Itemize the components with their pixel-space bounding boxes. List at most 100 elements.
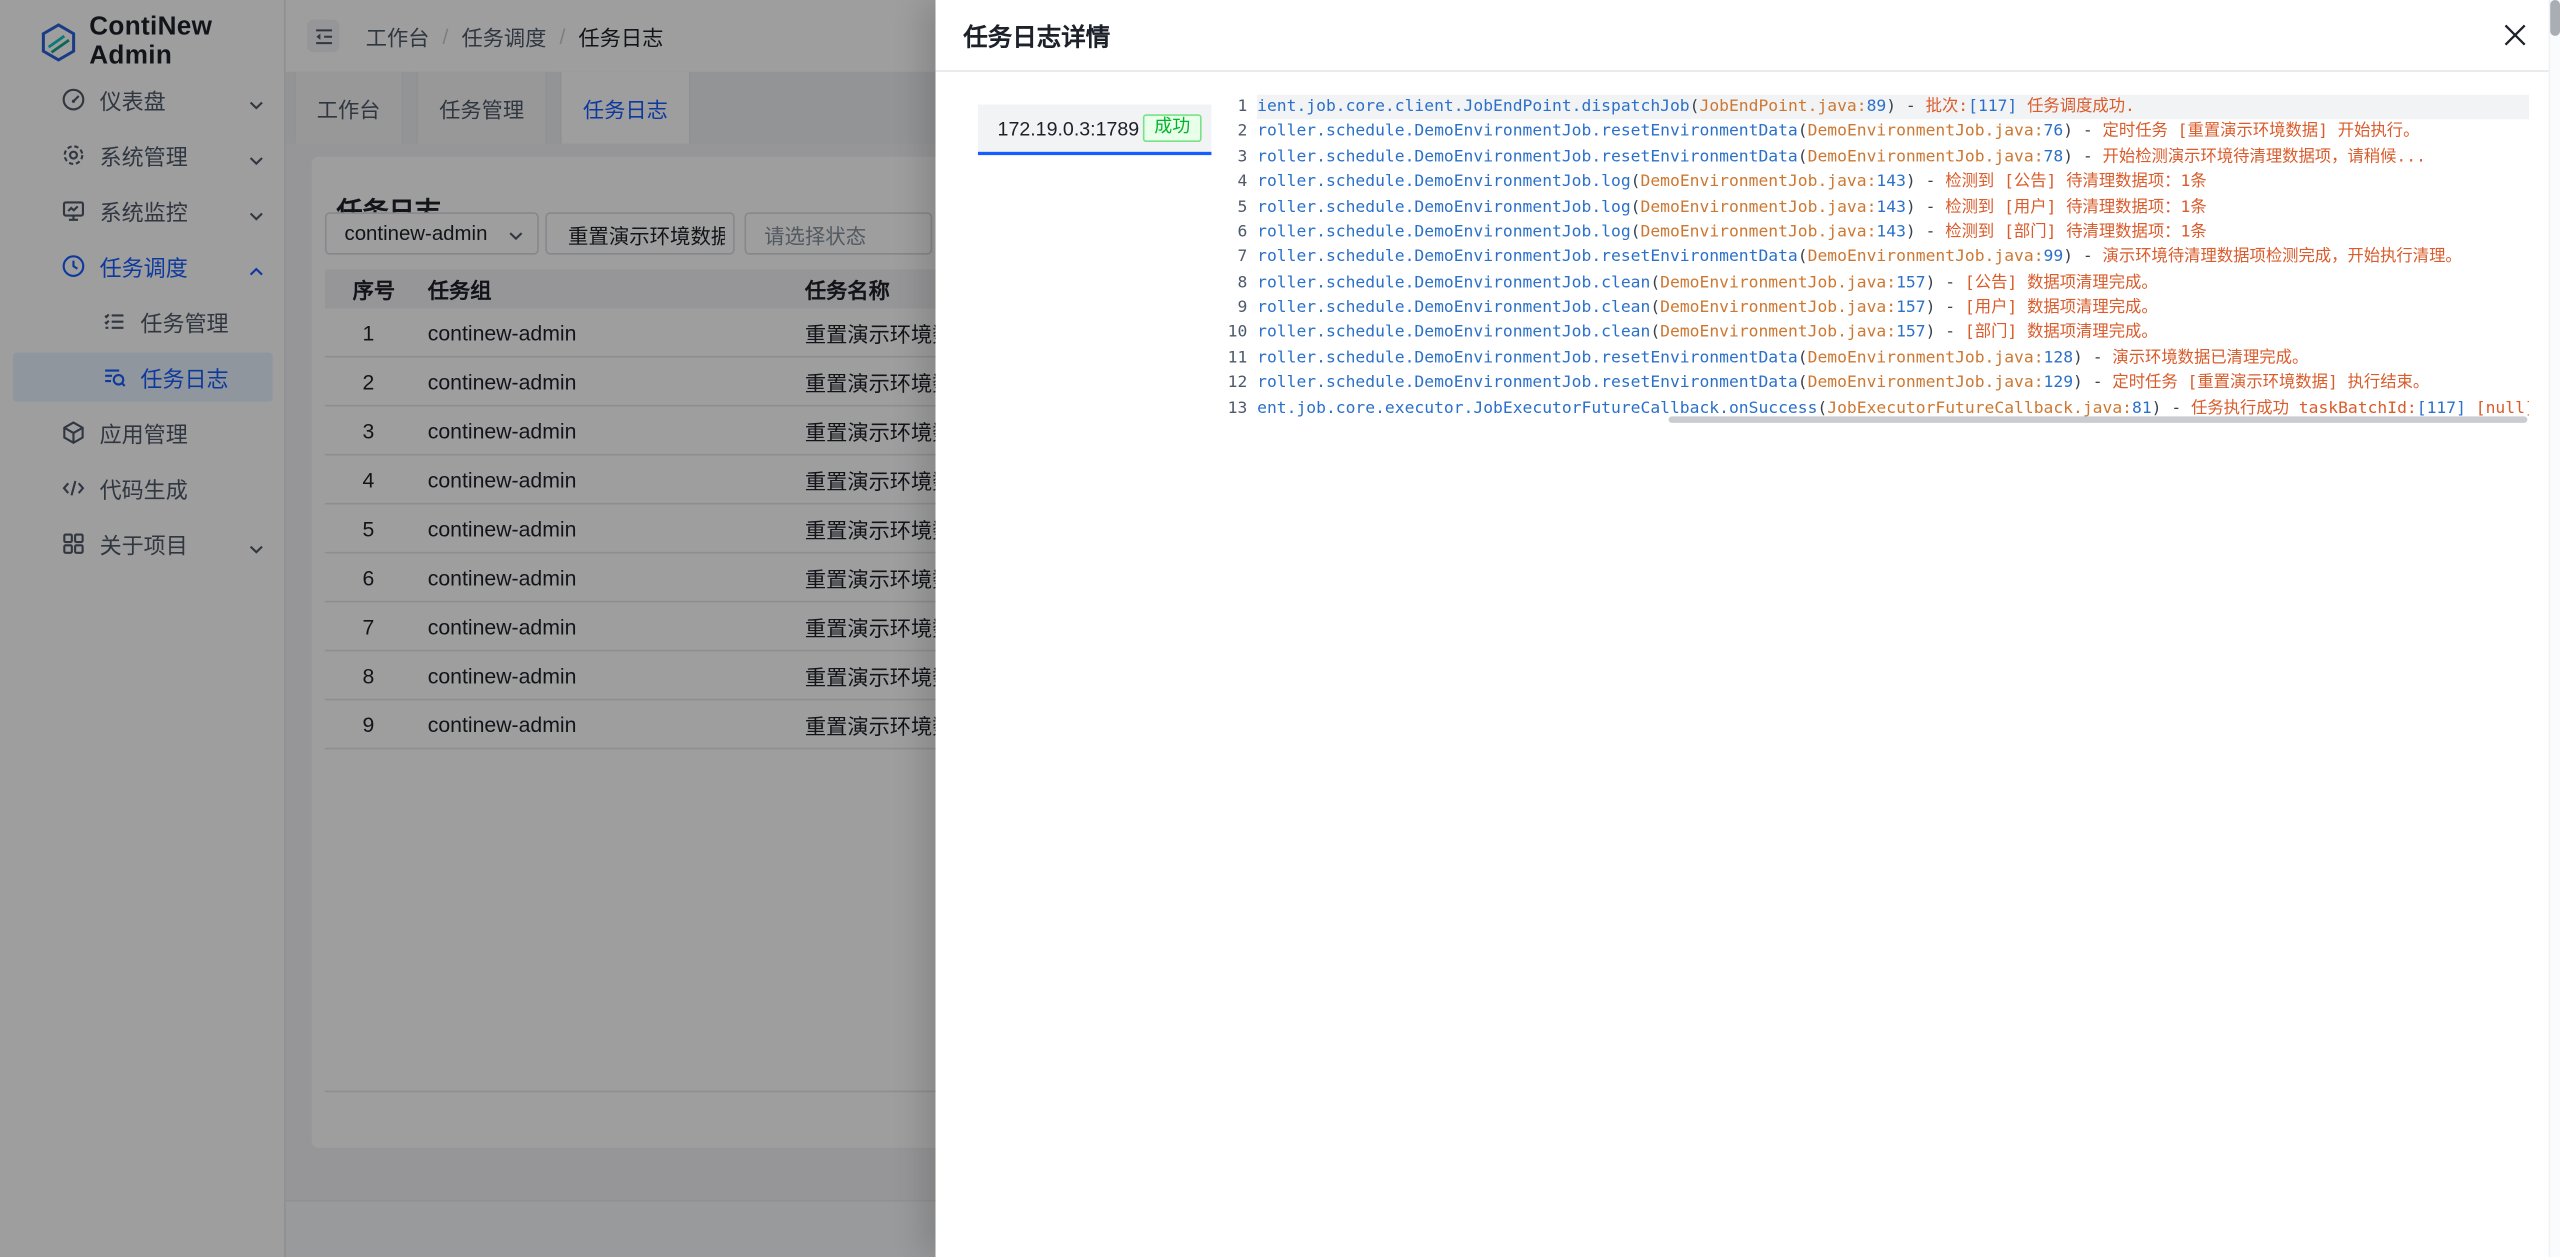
log-segment-num: 157 <box>1896 299 1925 317</box>
log-line: 5 roller.schedule.DemoEnvironmentJob.log(… <box>1221 195 2529 220</box>
status-badge: 成功 <box>1143 114 1202 142</box>
log-segment-file: DemoEnvironmentJob.java: <box>1808 374 2044 392</box>
log-segment-num: 81 <box>2132 399 2152 417</box>
log-segment-punc: ( <box>1631 198 1641 216</box>
log-segment-msg: [部门] 数据项清理完成。 <box>1965 324 2158 342</box>
horizontal-scrollbar-thumb[interactable] <box>1669 416 2528 423</box>
log-segment-punc: ( <box>1798 349 1808 367</box>
log-segment-file: DemoEnvironmentJob.java: <box>1808 249 2044 267</box>
log-segment-punc: ) - <box>2063 123 2102 141</box>
log-segment-msg: 任务执行成功 taskBatchId: <box>2191 399 2417 417</box>
close-icon[interactable] <box>2503 23 2527 47</box>
instance-address: 172.19.0.3:1789 <box>998 117 1140 140</box>
log-line-text: roller.schedule.DemoEnvironmentJob.clean… <box>1257 321 2529 346</box>
drawer-title: 任务日志详情 <box>963 20 1110 54</box>
log-segment-punc: ) - <box>1926 299 1965 317</box>
log-segment-cls: roller.schedule.DemoEnvironmentJob.reset… <box>1257 249 1798 267</box>
log-segment-punc: ) - <box>1906 198 1945 216</box>
log-segment-num: 76 <box>2044 123 2064 141</box>
log-segment-msg: 演示环境待清理数据项检测完成，开始执行清理。 <box>2103 249 2462 267</box>
log-segment-msg: [用户] 数据项清理完成。 <box>1965 299 2158 317</box>
log-segment-num: 89 <box>1867 98 1887 116</box>
log-line-number: 11 <box>1221 346 1247 371</box>
log-segment-msg: 检测到 [部门] 待清理数据项：1条 <box>1945 223 2206 241</box>
log-line-text: roller.schedule.DemoEnvironmentJob.reset… <box>1257 346 2529 371</box>
log-line-text: ient.job.core.client.JobEndPoint.dispatc… <box>1257 95 2529 120</box>
log-line-number: 7 <box>1221 245 1247 270</box>
log-segment-punc: ) - <box>1926 324 1965 342</box>
log-segment-cls: roller.schedule.DemoEnvironmentJob.log <box>1257 198 1631 216</box>
drawer-header: 任务日志详情 <box>936 0 2560 72</box>
log-line-text: roller.schedule.DemoEnvironmentJob.reset… <box>1257 145 2529 170</box>
vertical-scrollbar-thumb[interactable] <box>2549 0 2559 36</box>
log-line: 3roller.schedule.DemoEnvironmentJob.rese… <box>1221 145 2529 170</box>
log-segment-punc: ) - <box>2063 249 2102 267</box>
log-line-number: 10 <box>1221 321 1247 346</box>
log-segment-file: DemoEnvironmentJob.java: <box>1660 324 1896 342</box>
job-log-detail-drawer: 任务日志详情 172.19.0.3:1789 成功 1ient.job.core… <box>936 0 2560 1257</box>
log-segment-msg: 定时任务 [重置演示环境数据] 执行结束。 <box>2112 374 2429 392</box>
log-segment-punc: ( <box>1798 123 1808 141</box>
log-segment-msg: 批次: <box>1926 98 1969 116</box>
log-line: 9 roller.schedule.DemoEnvironmentJob.clea… <box>1221 296 2529 321</box>
vertical-scrollbar-track[interactable] <box>2549 0 2560 1257</box>
log-segment-num: 78 <box>2044 148 2064 166</box>
log-viewer: 1ient.job.core.client.JobEndPoint.dispat… <box>1221 95 2529 421</box>
log-segment-num: 129 <box>2044 374 2073 392</box>
log-segment-cls: roller.schedule.DemoEnvironmentJob.clean <box>1257 324 1650 342</box>
log-segment-num: 143 <box>1876 198 1905 216</box>
log-segment-file: JobExecutorFutureCallback.java: <box>1827 399 2132 417</box>
log-segment-msg: [null] <box>2466 399 2529 417</box>
log-segment-punc: ( <box>1631 173 1641 191</box>
modal-overlay[interactable] <box>0 0 936 1257</box>
log-segment-file: JobEndPoint.java: <box>1699 98 1866 116</box>
log-segment-cls: roller.schedule.DemoEnvironmentJob.reset… <box>1257 349 1798 367</box>
log-segment-num: 157 <box>1896 274 1925 292</box>
log-line-text: roller.schedule.DemoEnvironmentJob.clean… <box>1257 270 2529 295</box>
app-root: ContiNew Admin 仪表盘系统管理系统监控任务调度任务管理任务日志应用… <box>0 0 2560 1257</box>
log-line: 12roller.schedule.DemoEnvironmentJob.res… <box>1221 371 2529 396</box>
instance-tab[interactable]: 172.19.0.3:1789 成功 <box>978 104 1211 155</box>
log-line: 2 roller.schedule.DemoEnvironmentJob.rese… <box>1221 120 2529 145</box>
log-segment-punc: ) - <box>2073 349 2112 367</box>
log-line-number: 4 <box>1221 170 1247 195</box>
log-segment-msg: 任务调度成功. <box>2017 98 2135 116</box>
log-line-number: 2 <box>1221 120 1247 145</box>
log-segment-punc: ( <box>1631 223 1641 241</box>
log-segment-file: DemoEnvironmentJob.java: <box>1660 274 1896 292</box>
log-segment-punc: ) - <box>2063 148 2102 166</box>
log-line: 1ient.job.core.client.JobEndPoint.dispat… <box>1221 95 2529 120</box>
log-line: 4roller.schedule.DemoEnvironmentJob.log(… <box>1221 170 2529 195</box>
log-segment-punc: ( <box>1650 299 1660 317</box>
log-line-text: roller.schedule.DemoEnvironmentJob.clean… <box>1257 296 2529 321</box>
log-segment-file: DemoEnvironmentJob.java: <box>1641 173 1877 191</box>
log-segment-file: DemoEnvironmentJob.java: <box>1641 223 1877 241</box>
log-line-text: roller.schedule.DemoEnvironmentJob.log(D… <box>1257 195 2529 220</box>
log-segment-file: DemoEnvironmentJob.java: <box>1641 198 1877 216</box>
log-segment-msg: 开始检测演示环境待清理数据项，请稍候... <box>2103 148 2426 166</box>
log-line: 10 roller.schedule.DemoEnvironmentJob.cle… <box>1221 321 2529 346</box>
log-line: 7 roller.schedule.DemoEnvironmentJob.rese… <box>1221 245 2529 270</box>
log-segment-punc: ) - <box>1906 223 1945 241</box>
log-segment-msg: 检测到 [用户] 待清理数据项：1条 <box>1945 198 2206 216</box>
log-segment-punc: ( <box>1817 399 1827 417</box>
log-line-number: 5 <box>1221 195 1247 220</box>
log-segment-num: 143 <box>1876 173 1905 191</box>
log-segment-punc: ) - <box>1886 98 1925 116</box>
log-segment-num: 99 <box>2044 249 2064 267</box>
log-segment-num: 143 <box>1876 223 1905 241</box>
log-segment-punc: ) - <box>1906 173 1945 191</box>
log-segment-cls: roller.schedule.DemoEnvironmentJob.reset… <box>1257 123 1798 141</box>
log-line-number: 12 <box>1221 371 1247 396</box>
log-segment-cls: roller.schedule.DemoEnvironmentJob.clean <box>1257 274 1650 292</box>
log-segment-cls: roller.schedule.DemoEnvironmentJob.log <box>1257 223 1631 241</box>
log-segment-cls: ent.job.core.executor.JobExecutorFutureC… <box>1257 399 1817 417</box>
log-segment-punc: ( <box>1650 274 1660 292</box>
log-segment-punc: ) - <box>2152 399 2191 417</box>
log-segment-cls: roller.schedule.DemoEnvironmentJob.reset… <box>1257 148 1798 166</box>
log-segment-cls: ient.job.core.client.JobEndPoint.dispatc… <box>1257 98 1690 116</box>
log-segment-punc: ( <box>1798 374 1808 392</box>
log-segment-file: DemoEnvironmentJob.java: <box>1808 123 2044 141</box>
log-segment-msg: 演示环境数据已清理完成。 <box>2112 349 2308 367</box>
log-line-number: 9 <box>1221 296 1247 321</box>
